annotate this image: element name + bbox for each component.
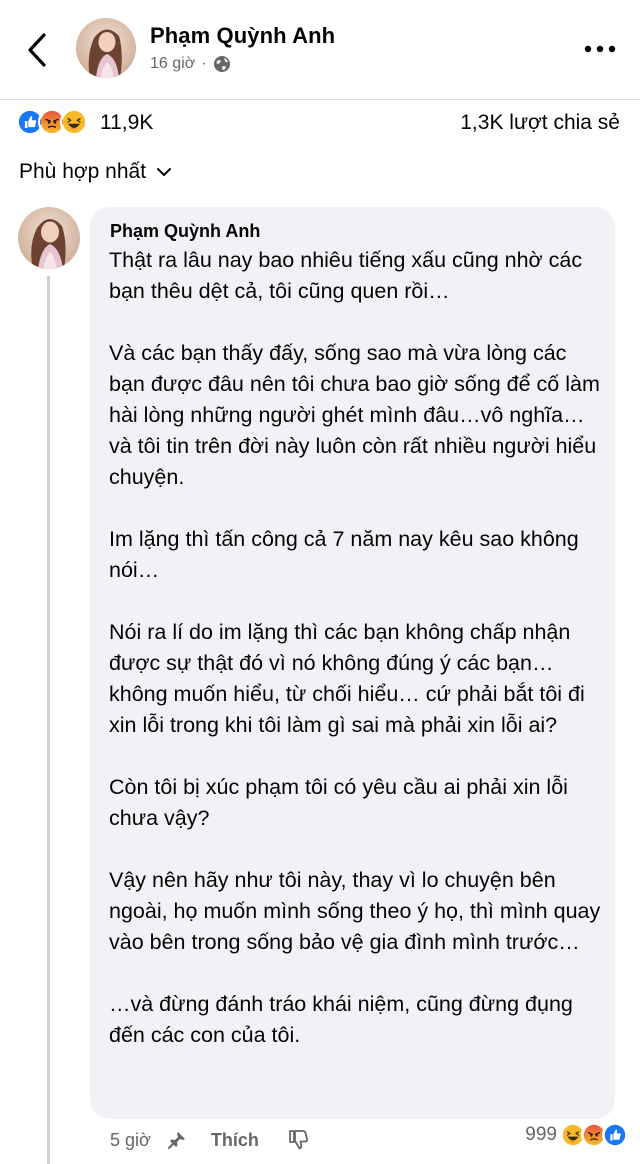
post-time[interactable]: 16 giờ — [150, 55, 195, 73]
pin-icon[interactable] — [165, 1128, 189, 1152]
chevron-down-icon — [157, 168, 172, 176]
post-stats-row: 11,9K 1,3K lượt chia sẻ — [0, 100, 640, 144]
author-name[interactable]: Phạm Quỳnh Anh — [150, 23, 335, 49]
comment-author[interactable]: Phạm Quỳnh Anh — [110, 221, 260, 242]
commenter-avatar[interactable] — [18, 207, 80, 269]
comment-paragraph: Và các bạn thấy đấy, sống sao mà vừa lòn… — [109, 341, 600, 489]
reaction-icons[interactable] — [16, 108, 88, 136]
comment-paragraph: Vậy nên hãy như tôi này, thay vì lo chuy… — [109, 868, 601, 954]
comment-reaction-count: 999 — [525, 1124, 557, 1145]
share-count[interactable]: 1,3K lượt chia sẻ — [460, 111, 620, 135]
haha-icon — [60, 108, 88, 136]
comment-like-button[interactable]: Thích — [211, 1130, 259, 1151]
comment-time[interactable]: 5 giờ — [110, 1130, 151, 1151]
globe-icon — [213, 56, 230, 72]
comment-bubble[interactable]: Phạm Quỳnh Anh Thật ra lâu nay bao nhiêu… — [90, 207, 615, 1119]
post-header: Phạm Quỳnh Anh 16 giờ · — [0, 0, 640, 100]
comment-reactions[interactable]: 999 — [525, 1122, 628, 1148]
comment-actions: 5 giờ Thích — [110, 1127, 311, 1153]
post-meta: 16 giờ · — [150, 55, 231, 73]
more-horizontal-icon — [584, 45, 616, 53]
author-avatar[interactable] — [76, 18, 136, 78]
thumbs-down-icon[interactable] — [285, 1127, 311, 1153]
back-button[interactable] — [20, 30, 54, 70]
comment-paragraph: Còn tôi bị xúc phạm tôi có yêu cầu ai ph… — [109, 775, 568, 830]
comment-sort-dropdown[interactable]: Phù hợp nhất — [19, 160, 172, 184]
meta-separator: · — [201, 55, 207, 72]
more-options-button[interactable] — [580, 36, 620, 62]
reply-thread-line — [47, 276, 50, 1164]
sort-label: Phù hợp nhất — [19, 160, 147, 183]
comment-paragraph: Nói ra lí do im lặng thì các bạn không c… — [109, 620, 585, 737]
comment-paragraph: …và đừng đánh tráo khái niệm, cũng đừng … — [109, 992, 573, 1047]
like-icon — [602, 1122, 628, 1148]
facebook-post-comments-screen: Phạm Quỳnh Anh 16 giờ · 11,9K 1,3K lượt … — [0, 0, 640, 1164]
comment-text: Thật ra lâu nay bao nhiêu tiếng xấu cũng… — [109, 245, 604, 1051]
comment-paragraph: Thật ra lâu nay bao nhiêu tiếng xấu cũng… — [109, 248, 583, 303]
chevron-left-icon — [28, 33, 46, 67]
reaction-count[interactable]: 11,9K — [100, 111, 153, 135]
comment-paragraph: Im lặng thì tấn công cả 7 năm nay kêu sa… — [109, 527, 579, 582]
